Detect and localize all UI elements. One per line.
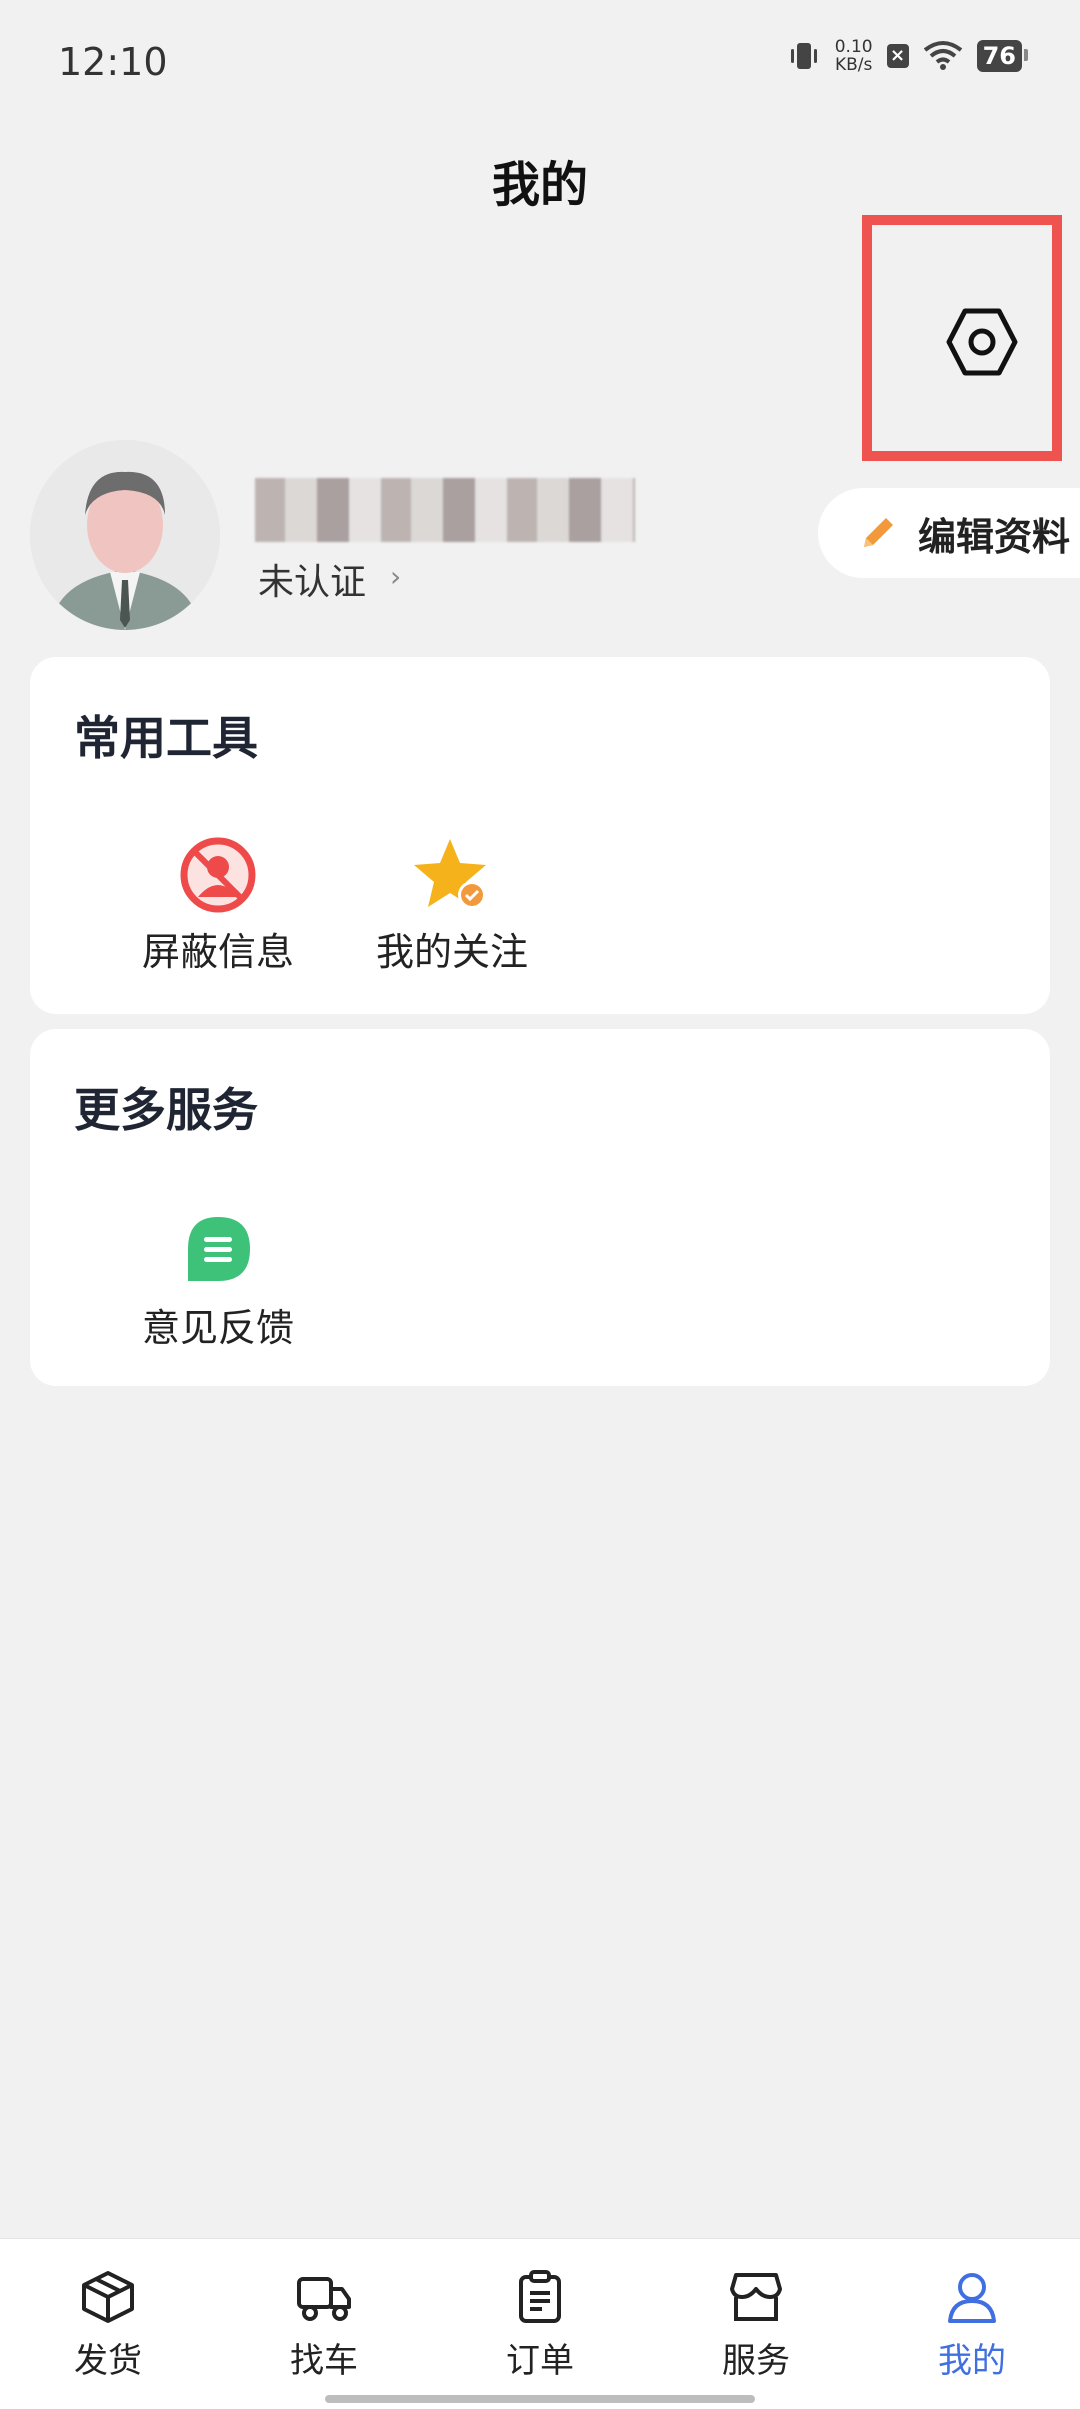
settings-hex-icon[interactable] (945, 305, 1019, 379)
tab-services[interactable]: 服务 (648, 2269, 864, 2382)
avatar-person-icon (30, 440, 220, 630)
page-title: 我的 (491, 157, 588, 213)
tab-label: 找车 (290, 2341, 358, 2381)
tool-block-info[interactable]: 屏蔽信息 (118, 835, 318, 976)
battery-indicator: 76 (976, 40, 1029, 72)
sim-off-icon: × (886, 44, 909, 68)
user-icon (948, 2273, 996, 2323)
status-icons: 0.10 KB/s × 76 (787, 37, 1029, 75)
tool-label: 屏蔽信息 (141, 930, 294, 974)
bottom-tab-bar: 发货 找车 订单 服务 我的 (0, 2238, 1080, 2409)
clipboard-icon (519, 2270, 561, 2323)
feedback-icon (188, 1217, 250, 1281)
vibrate-icon (790, 43, 817, 69)
tab-orders[interactable]: 订单 (432, 2269, 648, 2382)
edit-profile-button[interactable]: 编辑资料 (818, 488, 1080, 578)
tab-find-truck[interactable]: 找车 (216, 2269, 432, 2382)
user-name-blurred (255, 478, 635, 542)
card-title: 更多服务 (74, 1083, 258, 1137)
avatar[interactable] (30, 440, 220, 630)
tab-label: 我的 (938, 2341, 1006, 2381)
common-tools-card: 常用工具 屏蔽信息 我的关注 (30, 657, 1050, 1014)
store-icon (730, 2273, 782, 2321)
more-services-card: 更多服务 意见反馈 (30, 1029, 1050, 1386)
pencil-icon (864, 518, 893, 547)
edit-profile-label: 编辑资料 (918, 514, 1071, 559)
tool-label: 意见反馈 (141, 1306, 294, 1350)
star-check-icon (414, 839, 486, 909)
net-speed: 0.10 KB/s (834, 37, 873, 75)
tab-label: 发货 (74, 2341, 142, 2381)
tool-my-follows[interactable]: 我的关注 (352, 835, 552, 976)
truck-icon (297, 2277, 351, 2321)
chevron-right-icon: › (390, 560, 402, 593)
tab-label: 服务 (722, 2341, 790, 2381)
home-indicator[interactable] (325, 2395, 755, 2403)
certification-status[interactable]: 未认证 (258, 553, 366, 605)
tool-label: 我的关注 (375, 930, 528, 974)
block-user-icon (180, 837, 256, 913)
wifi-icon (923, 41, 962, 70)
package-icon (82, 2271, 134, 2323)
card-title: 常用工具 (74, 711, 258, 765)
tab-ship[interactable]: 发货 (0, 2269, 216, 2382)
service-feedback[interactable]: 意见反馈 (118, 1211, 318, 1352)
status-time: 12:10 (58, 40, 168, 84)
tab-mine[interactable]: 我的 (864, 2269, 1080, 2382)
tab-label: 订单 (506, 2341, 574, 2381)
